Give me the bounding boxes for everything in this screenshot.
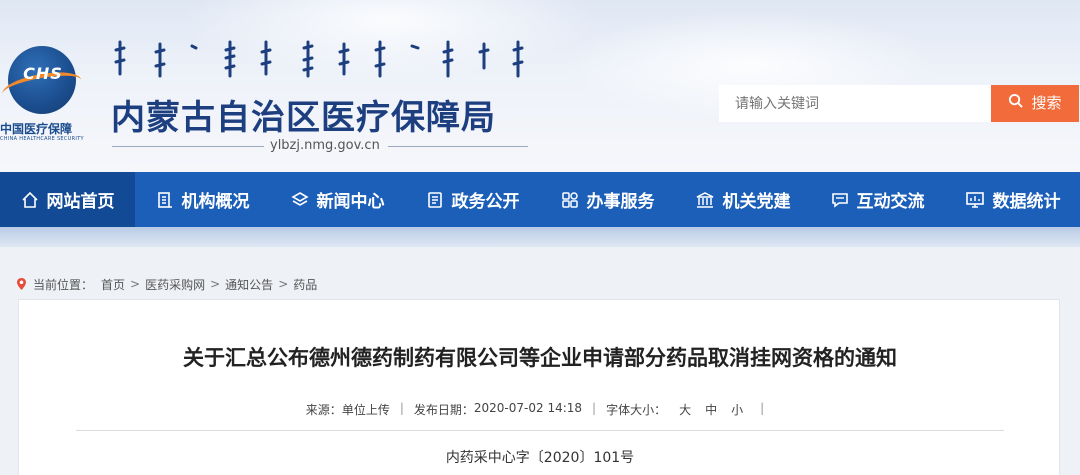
nav-item-label: 机关党建 (722, 192, 791, 212)
nav-item-news[interactable]: 新闻中心 (270, 172, 405, 227)
nav-shadow-band (0, 227, 1080, 247)
breadcrumb-separator: > (278, 277, 289, 291)
site-url: ylbzj.nmg.gov.cn (270, 138, 380, 153)
meta-divider: | (399, 401, 404, 415)
breadcrumb-link-home[interactable]: 首页 (101, 276, 125, 293)
date-label: 发布日期： (413, 403, 474, 417)
breadcrumb-separator: > (210, 277, 221, 291)
url-divider-left (112, 146, 264, 147)
nav-item-home[interactable]: 网站首页 (0, 172, 135, 227)
chat-icon (831, 191, 849, 209)
grid-icon (561, 191, 579, 209)
nav-item-label: 数据统计 (992, 192, 1061, 212)
site-logo[interactable]: CHS 中国医疗保障 CHINA HEALTHCARE SECURITY (0, 40, 100, 150)
layers-icon (290, 191, 309, 209)
breadcrumb-separator: > (130, 277, 141, 291)
nav-item-interaction[interactable]: 互动交流 (810, 172, 945, 227)
url-divider-right (388, 146, 528, 147)
source-label: 来源： (305, 403, 342, 417)
font-size-large-button[interactable]: 大 (679, 401, 691, 418)
article-divider (76, 430, 1004, 431)
font-size-medium-button[interactable]: 中 (705, 401, 717, 418)
logo-chinese-name: 中国医疗保障 (0, 122, 73, 136)
logo-english-name: CHINA HEALTHCARE SECURITY (0, 136, 84, 142)
mongolian-script-title (114, 40, 524, 78)
site-header: CHS 中国医疗保障 CHINA HEALTHCARE SECURITY 内蒙古… (0, 0, 1080, 172)
nav-item-label: 办事服务 (586, 192, 655, 212)
source-value: 单位上传 (341, 403, 390, 417)
nav-item-government-affairs[interactable]: 政务公开 (405, 172, 540, 227)
font-size-label: 字体大小： (606, 403, 667, 417)
main-nav: 网站首页 机构概况 新闻中心 政务公开 办事服务 机关党建 互动交流 数据统计 (0, 172, 1080, 227)
font-size-small-button[interactable]: 小 (731, 401, 743, 418)
date-value: 2020-07-02 14:18 (473, 401, 583, 415)
nav-item-label: 政务公开 (451, 192, 520, 212)
nav-item-label: 网站首页 (46, 192, 115, 212)
meta-divider: | (760, 401, 765, 415)
article-panel: 关于汇总公布德州德药制药有限公司等企业申请部分药品取消挂网资格的通知 来源： 单… (18, 299, 1060, 475)
logo-text: CHS (23, 64, 63, 83)
search-input[interactable] (719, 85, 991, 122)
nav-item-services[interactable]: 办事服务 (540, 172, 675, 227)
nav-item-organization[interactable]: 机构概况 (135, 172, 270, 227)
monitor-chart-icon (965, 191, 985, 209)
document-icon (426, 191, 444, 209)
site-title: 内蒙古自治区医疗保障局 (111, 98, 496, 138)
breadcrumb-link-notices[interactable]: 通知公告 (225, 276, 273, 293)
nav-item-party-building[interactable]: 机关党建 (675, 172, 810, 227)
home-icon (21, 191, 39, 209)
nav-item-label: 新闻中心 (316, 192, 385, 212)
search-button-label: 搜索 (1031, 94, 1062, 112)
location-pin-icon (16, 277, 27, 291)
building-icon (156, 191, 174, 209)
article-meta: 来源： 单位上传 | 发布日期： 2020-07-02 14:18 | 字体大小… (19, 401, 1061, 418)
article-title: 关于汇总公布德州德药制药有限公司等企业申请部分药品取消挂网资格的通知 (183, 346, 897, 370)
breadcrumb: 当前位置： 首页 > 医药采购网 > 通知公告 > 药品 (16, 276, 317, 292)
meta-divider: | (592, 401, 597, 415)
breadcrumb-prefix: 当前位置： (33, 277, 94, 292)
search-button[interactable]: 搜索 (991, 85, 1079, 122)
government-icon (695, 191, 715, 209)
nav-item-label: 机构概况 (181, 192, 250, 212)
nav-item-label: 互动交流 (856, 192, 925, 212)
breadcrumb-link-drugs[interactable]: 药品 (293, 276, 317, 293)
search-icon (1008, 85, 1024, 122)
nav-item-statistics[interactable]: 数据统计 (945, 172, 1080, 227)
document-number: 内药采中心字〔2020〕101号 (445, 450, 635, 466)
breadcrumb-link-procurement[interactable]: 医药采购网 (145, 276, 205, 293)
